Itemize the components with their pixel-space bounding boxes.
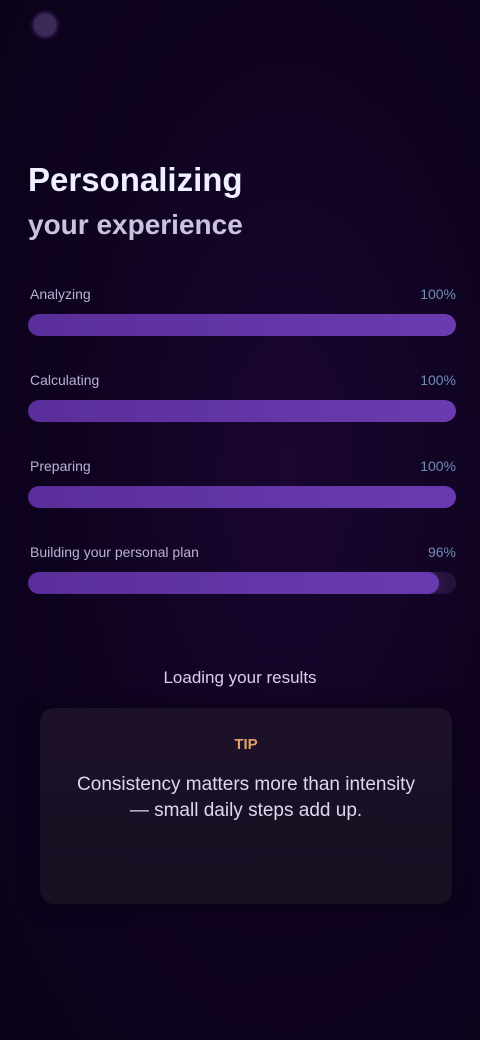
- progress-value: 100%: [420, 286, 456, 302]
- progress-value: 100%: [420, 458, 456, 474]
- progress-row: Preparing 100%: [28, 458, 456, 544]
- progress-fill: [28, 486, 456, 508]
- loading-caption: Loading your results: [163, 668, 317, 687]
- progress-label: Building your personal plan: [30, 544, 199, 560]
- progress-list: Analyzing 100% Calculating 100% Preparin…: [28, 286, 456, 630]
- logo-icon: [34, 14, 56, 36]
- page-title: Personalizing: [28, 161, 243, 198]
- progress-row: Building your personal plan 96%: [28, 544, 456, 630]
- progress-label: Calculating: [30, 372, 100, 388]
- tip-text: Consistency matters more than intensity …: [77, 774, 415, 821]
- progress-label: Preparing: [30, 458, 91, 474]
- progress-label: Analyzing: [30, 286, 91, 302]
- headline: Personalizing your experience: [28, 158, 328, 242]
- progress-track: [28, 400, 456, 422]
- progress-track: [28, 486, 456, 508]
- progress-track: [28, 314, 456, 336]
- progress-value: 96%: [427, 544, 456, 560]
- tip-card: TIP Consistency matters more than intens…: [40, 708, 452, 904]
- progress-fill: [28, 400, 456, 422]
- topbar: [34, 14, 66, 36]
- progress-fill: [28, 314, 456, 336]
- progress-row: Calculating 100%: [28, 372, 456, 458]
- progress-value: 100%: [420, 372, 456, 388]
- progress-row: Analyzing 100%: [28, 286, 456, 372]
- progress-track: [28, 572, 456, 594]
- progress-fill: [28, 572, 439, 594]
- tip-tag: TIP: [234, 736, 258, 753]
- page-subtitle: your experience: [28, 209, 243, 240]
